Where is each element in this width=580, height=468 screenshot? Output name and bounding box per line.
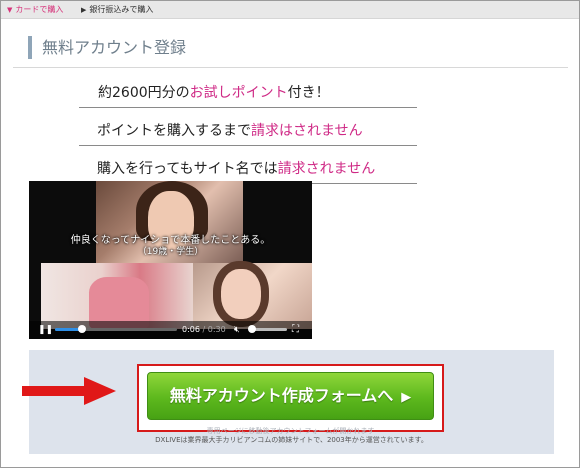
video-subtitle-attribution: （19歳・学生） <box>137 247 204 257</box>
tab-bank-label: 銀行振込みで購入 <box>89 5 154 14</box>
pause-icon[interactable]: ❚❚ <box>38 321 53 339</box>
video-scene-bottom-right <box>193 263 312 329</box>
divider <box>13 67 568 68</box>
video-controls: ❚❚ 0:06 / 0:30 🔇︎ ⛶ <box>29 321 312 339</box>
video-figure <box>221 269 261 319</box>
feature-text: ポイントを購入するまで <box>97 123 251 139</box>
time-display: 0:06 / 0:30 <box>182 321 226 339</box>
time-total: 0:30 <box>207 325 226 334</box>
video-scene-bottom-left <box>41 263 193 329</box>
feature-highlight: 請求されません <box>277 161 376 177</box>
create-free-account-button[interactable]: 無料アカウント作成フォームへ ▶ <box>147 372 434 420</box>
tab-bank-transfer[interactable]: ▶ 銀行振込みで購入 <box>81 1 153 18</box>
video-player[interactable]: 仲良くなってナイショで本番したことある。 （19歳・学生） ❚❚ 0:06 / … <box>29 181 312 339</box>
caret-right-icon: ▶ <box>81 6 87 14</box>
feature-highlight: お試しポイント <box>189 85 288 101</box>
page-frame: ▼ カードで購入 ▶ 銀行振込みで購入 無料アカウント登録 約2600円分のお試しポ… <box>0 0 580 468</box>
payment-tabs: ▼ カードで購入 ▶ 銀行振込みで購入 <box>1 1 579 19</box>
feature-text: 付き！ <box>287 85 330 101</box>
page-title: 無料アカウント登録 <box>28 36 186 59</box>
site-operator-note: DXLIVEは業界最大手カリビアンコムの姉妹サイトで、2003年から運営されてい… <box>155 436 428 444</box>
tab-card-label: カードで購入 <box>15 5 64 14</box>
tab-card-purchase[interactable]: ▼ カードで購入 <box>7 1 63 18</box>
feature-text: 約2600円分の <box>98 85 190 101</box>
seek-handle[interactable] <box>77 325 86 333</box>
volume-slider[interactable] <box>248 325 287 333</box>
create-account-label: 無料アカウント作成フォームへ <box>169 386 394 405</box>
mute-icon[interactable]: 🔇︎ <box>234 321 240 339</box>
feature-highlight: 請求はされません <box>251 123 363 139</box>
time-separator: / <box>199 325 208 334</box>
feature-text: 購入を行ってもサイト名では <box>97 161 278 177</box>
seek-bar[interactable] <box>55 325 177 333</box>
feature-discreet-billing: 購入を行ってもサイト名では請求されません <box>79 155 417 184</box>
fullscreen-icon[interactable]: ⛶ <box>292 321 299 339</box>
volume-handle[interactable] <box>248 325 257 333</box>
feature-trial-points: 約2600円分のお試しポイント付き！ <box>79 79 417 108</box>
time-current: 0:06 <box>182 325 200 334</box>
play-arrow-icon: ▶ <box>401 390 412 405</box>
feature-no-charge: ポイントを購入するまで請求はされません <box>79 117 417 146</box>
caret-down-icon: ▼ <box>7 6 13 14</box>
arrow-right-icon <box>22 377 116 405</box>
